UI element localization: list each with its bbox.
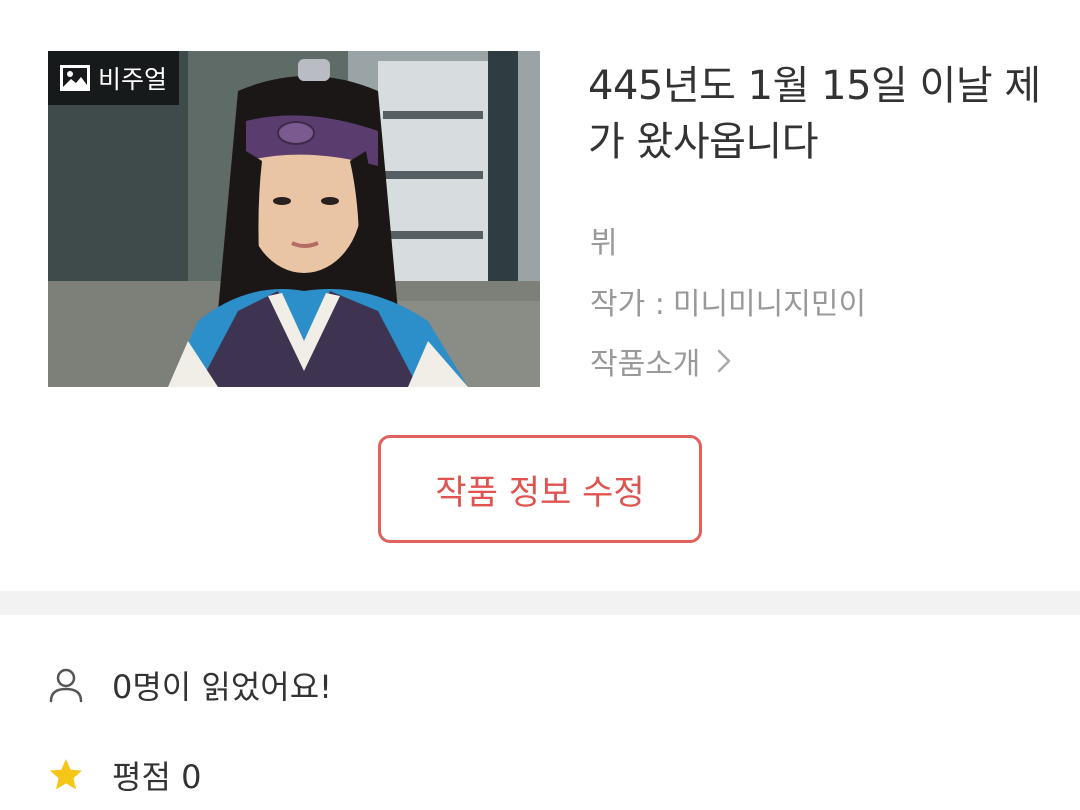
visual-badge-label: 비주얼 [98,65,168,94]
author-name[interactable]: 미니미니지민이 [673,279,866,323]
edit-work-info-button[interactable]: 작품 정보 수정 [378,435,702,543]
star-icon [50,759,82,790]
person-icon [49,668,83,703]
readers-count-text: 0명이 읽었어요! [112,668,332,706]
readers-stat: 0명이 읽었어요! [48,662,332,708]
author-line: 작가 : 미니미니지민이 [590,279,866,323]
section-divider [0,591,1080,615]
rating-label-text: 평점 [112,758,171,796]
rating-stat: 평점 0 [48,752,201,798]
work-detail-page: 비주얼 445년도 1월 15일 이날 제가 왔사옵니다 뷔 작가 : 미니미니… [0,0,1080,810]
work-title: 445년도 1월 15일 이날 제가 왔사옵니다 [588,63,1041,165]
rating-value: 0 [181,758,202,796]
author-label: 작가 : [590,287,665,322]
visual-badge: 비주얼 [48,51,180,105]
image-icon [60,65,90,91]
chevron-right-icon [718,349,731,373]
work-intro-link[interactable]: 작품소개 [590,339,732,383]
cover-image[interactable]: 비주얼 [48,51,540,387]
work-intro-label: 작품소개 [590,347,701,382]
rating-label: 평점 0 [112,752,201,798]
work-genre: 뷔 [590,226,618,261]
